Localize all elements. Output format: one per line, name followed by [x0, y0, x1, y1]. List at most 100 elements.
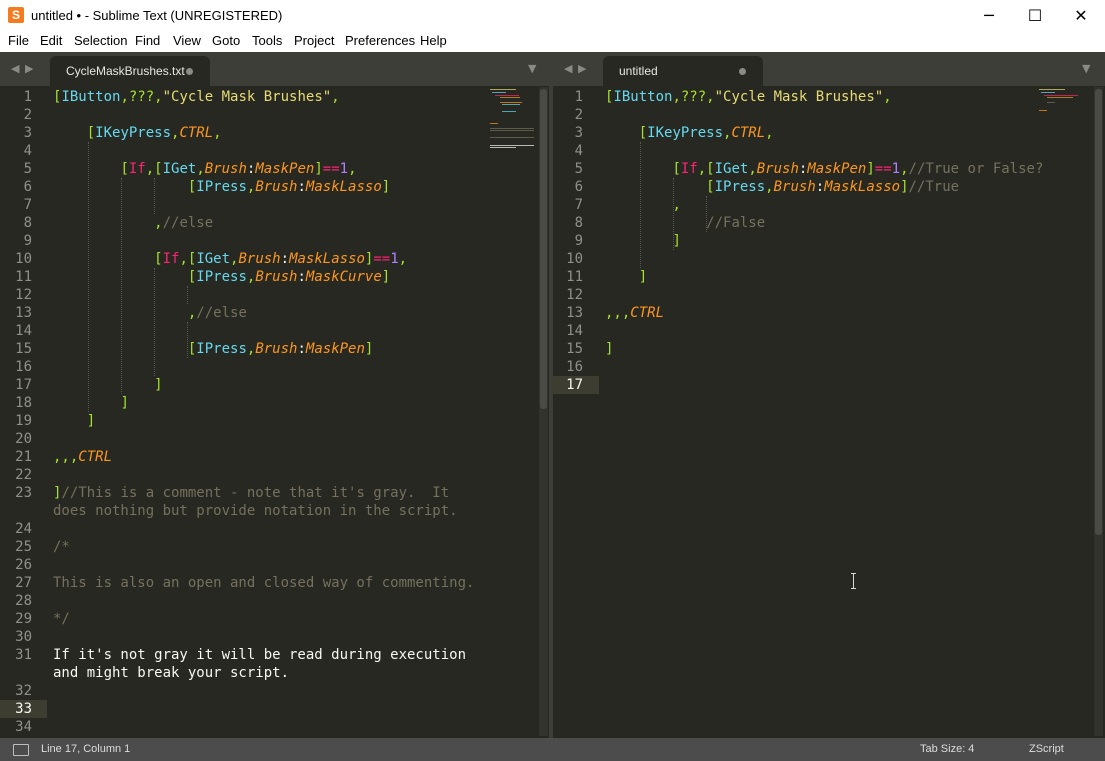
code-line: 31 If it's not gray it will be read durin…	[0, 646, 530, 664]
code-line: 13 ,//else	[0, 304, 530, 322]
line-number: 25	[15, 539, 32, 555]
line-number: 22	[15, 467, 32, 483]
code-token: //True	[908, 179, 960, 195]
code-line: 17	[553, 376, 1083, 394]
code-token: MaskLasso	[305, 179, 382, 195]
maximize-button[interactable]: ☐	[1012, 0, 1058, 31]
menu-project[interactable]: Project	[294, 31, 334, 51]
menu-edit[interactable]: Edit	[40, 31, 62, 51]
left-code-area[interactable]: 1 [IButton,???,"Cycle Mask Brushes", 2 3 [I…	[0, 87, 549, 738]
code-line: 14	[553, 322, 1083, 340]
minimize-button[interactable]: ─	[966, 0, 1012, 31]
close-button[interactable]: ✕	[1058, 0, 1104, 31]
line-text: [IKeyPress,CTRL,	[53, 124, 222, 142]
menu-goto[interactable]: Goto	[212, 31, 240, 51]
code-line: 7	[0, 196, 530, 214]
menu-find[interactable]: Find	[135, 31, 160, 51]
code-token: IButton	[613, 89, 673, 105]
tab-scroll-right-icon[interactable]: ▶	[25, 62, 33, 76]
code-token: ,???,	[672, 89, 715, 105]
code-line: 2	[553, 106, 1083, 124]
right-scrollbar[interactable]	[1094, 87, 1103, 736]
line-number: 16	[566, 359, 583, 375]
code-token: MaskCurve	[305, 269, 382, 285]
status-bar: Line 17, Column 1 Tab Size: 4 ZScript	[0, 738, 1105, 761]
menu-file[interactable]: File	[8, 31, 29, 51]
code-line: 1 [IButton,???,"Cycle Mask Brushes",	[0, 88, 530, 106]
line-text: [IPress,Brush:MaskLasso]	[53, 178, 390, 196]
code-token: This is also an open and closed way of c…	[53, 575, 475, 591]
code-line: 8 //False	[553, 214, 1083, 232]
code-token: ]	[381, 269, 391, 285]
code-line: 12	[553, 286, 1083, 304]
tab-cyclemaskbrushes[interactable]: CycleMaskBrushes.txt	[50, 56, 210, 86]
line-number: 15	[566, 341, 583, 357]
code-token: 1	[339, 161, 349, 177]
code-token: If	[680, 161, 698, 177]
menu-tools[interactable]: Tools	[252, 31, 282, 51]
menu-preferences[interactable]: Preferences	[345, 31, 415, 51]
tab-list-dropdown-icon[interactable]: ▼	[1082, 62, 1090, 76]
tab-size-indicator[interactable]: Tab Size: 4	[920, 738, 974, 761]
code-token: [	[120, 161, 129, 177]
code-line: 16	[0, 358, 530, 376]
code-line: 29 */	[0, 610, 530, 628]
code-line: 32	[0, 682, 530, 700]
tab-untitled[interactable]: untitled	[603, 56, 763, 86]
tab-list-dropdown-icon[interactable]: ▼	[528, 62, 536, 76]
tab-scroll-left-icon[interactable]: ◀	[11, 62, 19, 76]
code-line: 21 ,,,CTRL	[0, 448, 530, 466]
window-title: untitled • - Sublime Text (UNREGISTERED)	[31, 8, 283, 23]
line-number: 14	[566, 323, 583, 339]
code-token: 1	[891, 161, 901, 177]
right-minimap[interactable]	[1037, 87, 1087, 117]
ibeam-cursor-icon	[851, 573, 857, 589]
code-token: :	[815, 179, 825, 195]
line-text: [IPress,Brush:MaskCurve]	[53, 268, 390, 286]
indent-guide	[640, 142, 641, 268]
line-number: 3	[23, 125, 32, 141]
line-number: 3	[574, 125, 583, 141]
code-token: ]	[86, 413, 96, 429]
code-token: Brush	[255, 269, 298, 285]
code-token: //else	[196, 305, 247, 321]
code-token: MaskLasso	[824, 179, 901, 195]
tab-dirty-dot-icon[interactable]	[739, 68, 746, 75]
code-line: 3 [IKeyPress,CTRL,	[553, 124, 1083, 142]
menu-help[interactable]: Help	[420, 31, 447, 51]
menu-view[interactable]: View	[173, 31, 201, 51]
code-line: 10	[553, 250, 1083, 268]
menu-selection[interactable]: Selection	[74, 31, 127, 51]
panel-toggle-icon[interactable]	[13, 744, 29, 756]
tab-scroll-right-icon[interactable]: ▶	[578, 62, 586, 76]
code-token: does nothing but provide notation in the…	[53, 503, 458, 519]
code-token: ,	[883, 89, 892, 105]
code-token: "Cycle Mask Brushes"	[714, 89, 884, 105]
right-editor-pane: ◀ ▶ untitled ▼ 1 [IButton,???,"Cycle Mask…	[553, 52, 1105, 738]
right-scrollbar-thumb[interactable]	[1095, 89, 1102, 535]
code-token: :	[297, 341, 306, 357]
code-line: 24	[0, 520, 530, 538]
code-token: IPress	[196, 341, 247, 357]
code-token: ,	[196, 161, 205, 177]
right-code-area[interactable]: 1 [IButton,???,"Cycle Mask Brushes", 2 3 [I…	[553, 87, 1105, 738]
left-scrollbar-thumb[interactable]	[540, 89, 547, 409]
left-minimap[interactable]	[488, 87, 538, 167]
tab-scroll-left-icon[interactable]: ◀	[564, 62, 572, 76]
code-token: If	[162, 251, 180, 267]
line-number: 24	[15, 521, 32, 537]
syntax-indicator[interactable]: ZScript	[1029, 738, 1064, 761]
left-editor-pane: ◀ ▶ CycleMaskBrushes.txt ▼ 1 [IButton,???…	[0, 52, 549, 738]
line-number: 26	[15, 557, 32, 573]
code-line: 10 [If,[IGet,Brush:MaskLasso]==1,	[0, 250, 530, 268]
tab-close-dot-icon[interactable]	[186, 68, 193, 75]
left-scrollbar[interactable]	[539, 87, 548, 736]
line-number: 31	[15, 647, 32, 663]
line-text: //False	[605, 214, 765, 232]
title-bar: S untitled • - Sublime Text (UNREGISTERE…	[0, 0, 1105, 31]
code-token: ==	[373, 251, 391, 267]
code-token: */	[53, 611, 70, 627]
code-line: 6 [IPress,Brush:MaskLasso]	[0, 178, 530, 196]
